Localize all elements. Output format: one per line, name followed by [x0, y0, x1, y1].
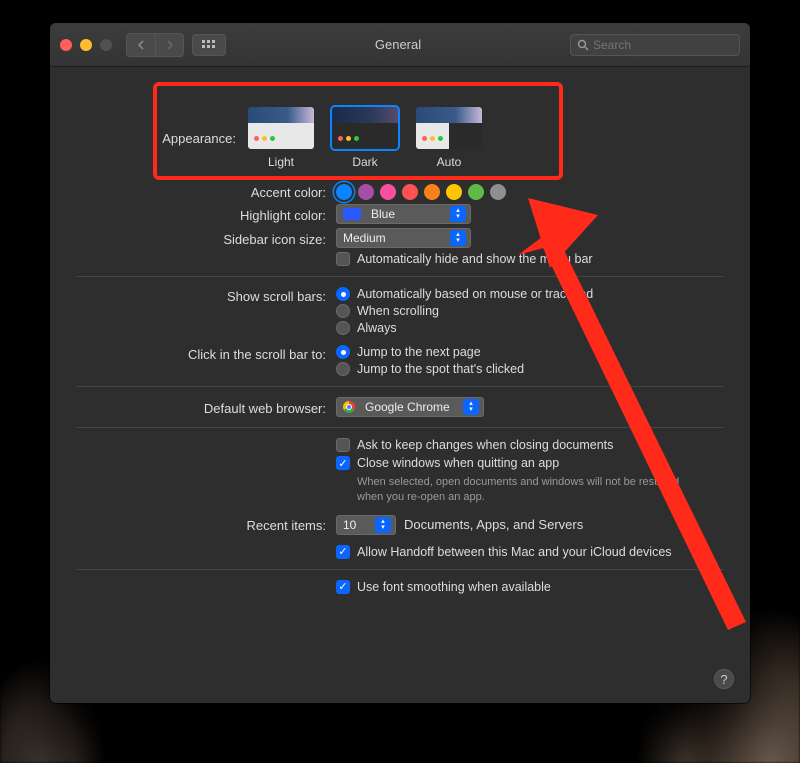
- chrome-icon: [343, 401, 355, 413]
- accent-swatch[interactable]: [446, 184, 462, 200]
- divider: [76, 427, 724, 428]
- recent-items-select[interactable]: 10 ▴▾: [336, 515, 396, 535]
- sidebar-icon-size-value: Medium: [343, 231, 444, 245]
- allow-handoff-checkbox[interactable]: ✓ Allow Handoff between this Mac and you…: [336, 545, 724, 559]
- appearance-option-light[interactable]: Light: [246, 105, 316, 169]
- search-icon: [577, 39, 589, 51]
- search-input[interactable]: [593, 38, 748, 52]
- appearance-option-label: Light: [268, 155, 294, 169]
- appearance-options: Light Dark Auto: [246, 105, 724, 169]
- scroll-bars-option-label: When scrolling: [357, 304, 439, 318]
- click-scroll-option[interactable]: Jump to the spot that's clicked: [336, 362, 724, 376]
- default-browser-value: Google Chrome: [365, 400, 457, 414]
- divider: [76, 569, 724, 570]
- accent-color-swatches: [336, 184, 724, 200]
- forward-button[interactable]: [155, 34, 183, 56]
- checkbox-icon: ✓: [336, 580, 350, 594]
- dropdown-arrows-icon: ▴▾: [463, 399, 479, 415]
- appearance-option-auto[interactable]: Auto: [414, 105, 484, 169]
- click-scroll-option[interactable]: Jump to the next page: [336, 345, 724, 359]
- dropdown-arrows-icon: ▴▾: [450, 230, 466, 246]
- show-all-button[interactable]: [192, 34, 226, 56]
- show-scroll-bars-label: Show scroll bars:: [76, 287, 336, 304]
- scroll-bars-option[interactable]: Automatically based on mouse or trackpad: [336, 287, 724, 301]
- titlebar: General: [50, 23, 750, 67]
- click-scroll-bar-label: Click in the scroll bar to:: [76, 345, 336, 362]
- checkbox-icon: [336, 438, 350, 452]
- dropdown-arrows-icon: ▴▾: [375, 517, 391, 533]
- close-windows-label: Close windows when quitting an app: [357, 456, 559, 470]
- accent-swatch[interactable]: [490, 184, 506, 200]
- scroll-bars-option[interactable]: When scrolling: [336, 304, 724, 318]
- recent-items-suffix: Documents, Apps, and Servers: [404, 517, 583, 532]
- auto-hide-menu-checkbox[interactable]: Automatically hide and show the menu bar: [336, 252, 724, 266]
- radio-icon: [336, 362, 350, 376]
- appearance-option-label: Auto: [437, 155, 462, 169]
- ask-keep-changes-checkbox[interactable]: Ask to keep changes when closing documen…: [336, 438, 724, 452]
- default-browser-label: Default web browser:: [76, 399, 336, 416]
- divider: [76, 386, 724, 387]
- accent-swatch[interactable]: [424, 184, 440, 200]
- close-window-button[interactable]: [60, 39, 72, 51]
- scroll-bars-option[interactable]: Always: [336, 321, 724, 335]
- close-windows-hint: When selected, open documents and window…: [357, 475, 697, 505]
- recent-items-label: Recent items:: [76, 516, 336, 533]
- divider: [76, 276, 724, 277]
- accent-swatch[interactable]: [380, 184, 396, 200]
- sidebar-icon-size-label: Sidebar icon size:: [76, 230, 336, 247]
- click-scroll-option-label: Jump to the spot that's clicked: [357, 362, 524, 376]
- minimize-window-button[interactable]: [80, 39, 92, 51]
- click-scroll-option-label: Jump to the next page: [357, 345, 481, 359]
- preferences-window: General Appearance: Light Dark: [50, 23, 750, 703]
- appearance-option-label: Dark: [352, 155, 377, 169]
- sidebar-icon-size-select[interactable]: Medium ▴▾: [336, 228, 471, 248]
- font-smoothing-checkbox[interactable]: ✓ Use font smoothing when available: [336, 580, 724, 594]
- content-area: Appearance: Light Dark Auto: [50, 67, 750, 703]
- appearance-option-dark[interactable]: Dark: [330, 105, 400, 169]
- help-button[interactable]: ?: [714, 669, 734, 689]
- accent-swatch[interactable]: [336, 184, 352, 200]
- ask-keep-changes-label: Ask to keep changes when closing documen…: [357, 438, 613, 452]
- scroll-bars-option-label: Always: [357, 321, 397, 335]
- highlight-color-label: Highlight color:: [76, 206, 336, 223]
- font-smoothing-label: Use font smoothing when available: [357, 580, 551, 594]
- close-windows-checkbox[interactable]: ✓ Close windows when quitting an app: [336, 456, 724, 470]
- radio-icon: [336, 321, 350, 335]
- checkbox-icon: ✓: [336, 545, 350, 559]
- allow-handoff-label: Allow Handoff between this Mac and your …: [357, 545, 672, 559]
- checkbox-icon: ✓: [336, 456, 350, 470]
- highlight-color-value: Blue: [371, 207, 444, 221]
- appearance-label: Appearance:: [76, 129, 246, 146]
- highlight-color-select[interactable]: Blue ▴▾: [336, 204, 471, 224]
- accent-swatch[interactable]: [468, 184, 484, 200]
- scroll-bars-option-label: Automatically based on mouse or trackpad: [357, 287, 593, 301]
- radio-icon: [336, 345, 350, 359]
- auto-hide-menu-label: Automatically hide and show the menu bar: [357, 252, 593, 266]
- accent-color-label: Accent color:: [76, 183, 336, 200]
- dropdown-arrows-icon: ▴▾: [450, 206, 466, 222]
- traffic-lights: [60, 39, 112, 51]
- radio-icon: [336, 304, 350, 318]
- back-button[interactable]: [127, 34, 155, 56]
- accent-swatch[interactable]: [358, 184, 374, 200]
- radio-icon: [336, 287, 350, 301]
- nav-back-forward: [126, 33, 184, 57]
- zoom-window-button[interactable]: [100, 39, 112, 51]
- accent-swatch[interactable]: [402, 184, 418, 200]
- recent-items-value: 10: [343, 518, 369, 532]
- default-browser-select[interactable]: Google Chrome ▴▾: [336, 397, 484, 417]
- window-title: General: [234, 37, 562, 52]
- highlight-swatch-icon: [343, 208, 361, 220]
- search-field[interactable]: [570, 34, 740, 56]
- checkbox-icon: [336, 252, 350, 266]
